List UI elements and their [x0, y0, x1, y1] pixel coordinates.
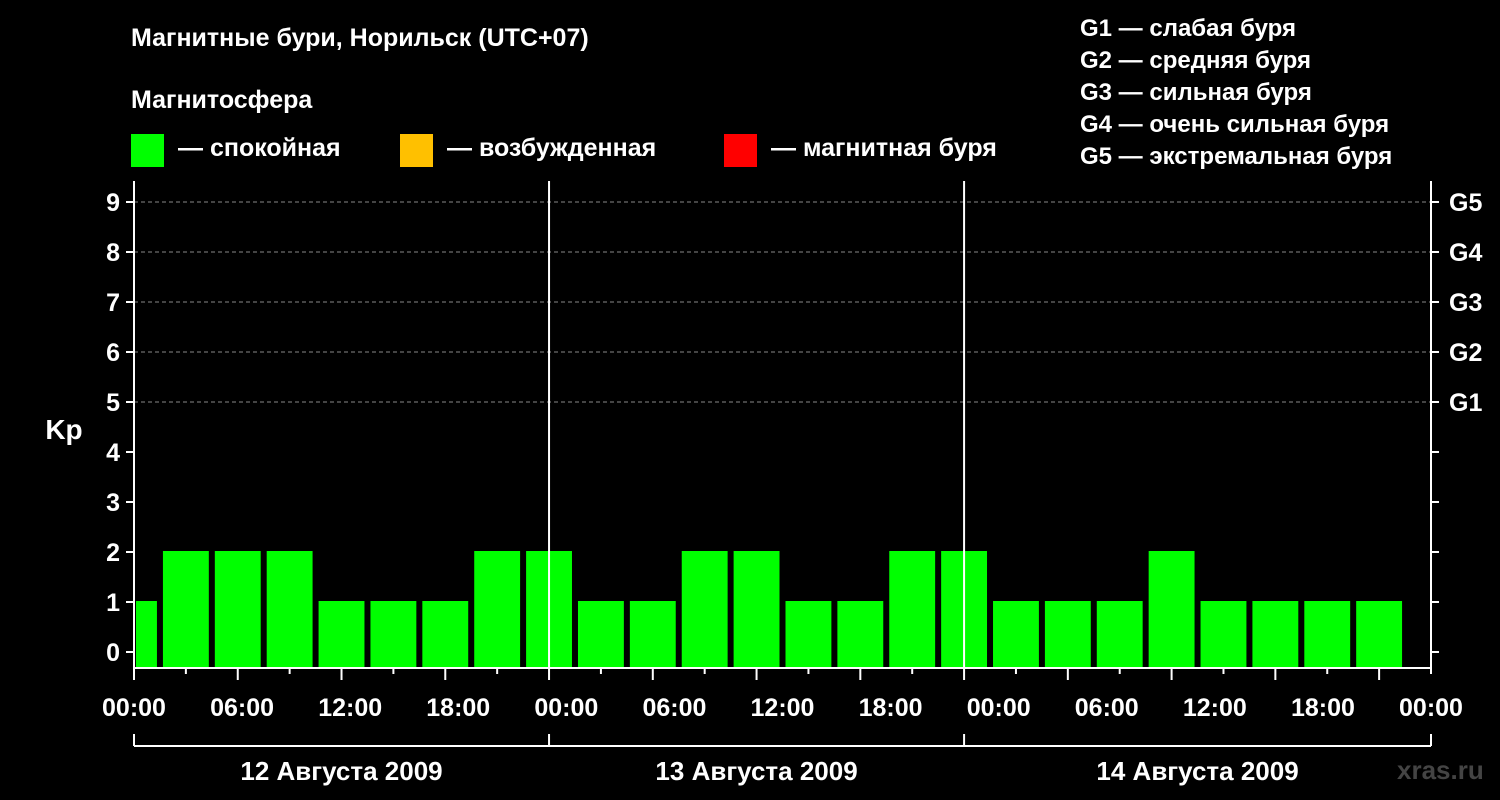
kp-bar: [837, 601, 884, 668]
x-tick-label: 06:00: [642, 694, 706, 722]
kp-bar: [266, 551, 313, 668]
kp-bar: [1148, 551, 1195, 668]
x-tick-label: 00:00: [967, 694, 1031, 722]
x-tick-label: 00:00: [534, 694, 598, 722]
kp-bar: [1356, 601, 1403, 668]
y-tick-label: 0: [106, 639, 120, 667]
kp-bar: [318, 601, 365, 668]
x-tick-label: 12:00: [1183, 694, 1247, 722]
y-tick-label: 7: [106, 289, 120, 317]
kp-bar: [162, 551, 209, 668]
kp-bar: [681, 551, 728, 668]
kp-bar: [629, 601, 676, 668]
kp-bar: [993, 601, 1039, 668]
y-tick-label: 3: [106, 489, 120, 517]
storm-level-label: G3: [1449, 289, 1482, 317]
y-tick-label: 1: [106, 589, 120, 617]
x-tick-label: 18:00: [859, 694, 923, 722]
day-label: 13 Августа 2009: [655, 756, 857, 786]
day-label: 14 Августа 2009: [1096, 756, 1298, 786]
kp-bar: [1252, 601, 1299, 668]
y-tick-label: 8: [106, 239, 120, 267]
kp-bar: [733, 551, 780, 668]
storm-level-label: G5: [1449, 189, 1482, 217]
watermark: xras.ru: [1397, 755, 1484, 785]
storm-level-label: G2: [1449, 339, 1482, 367]
x-tick-label: 06:00: [1075, 694, 1139, 722]
kp-bar: [1044, 601, 1091, 668]
kp-bar: [1200, 601, 1247, 668]
x-tick-label: 18:00: [426, 694, 490, 722]
y-tick-label: 9: [106, 189, 120, 217]
kp-bar: [577, 601, 624, 668]
kp-bar: [214, 551, 261, 668]
kp-bar: [785, 601, 832, 668]
kp-bar: [370, 601, 417, 668]
x-tick-label: 18:00: [1291, 694, 1355, 722]
x-tick-label: 00:00: [1399, 694, 1463, 722]
y-tick-label: 5: [106, 389, 120, 417]
x-tick-label: 00:00: [102, 694, 166, 722]
kp-bar: [136, 601, 157, 668]
kp-bar: [1096, 601, 1143, 668]
kp-bar: [474, 551, 521, 668]
day-label: 12 Августа 2009: [240, 756, 442, 786]
kp-bar: [1304, 601, 1351, 668]
y-tick-label: 6: [106, 339, 120, 367]
kp-bar: [889, 551, 936, 668]
x-tick-label: 12:00: [751, 694, 815, 722]
y-axis-label: Kp: [45, 414, 82, 445]
x-tick-label: 06:00: [210, 694, 274, 722]
storm-level-label: G1: [1449, 389, 1482, 417]
kp-bar: [422, 601, 469, 668]
storm-level-label: G4: [1449, 239, 1482, 267]
y-tick-label: 4: [106, 439, 120, 467]
x-tick-label: 12:00: [318, 694, 382, 722]
y-tick-label: 2: [106, 539, 120, 567]
kp-chart: 0 1 2 3 4 5 6 7 8 9 G1 G2 G3 G4 G5 Kp 00:00 06:00 12:00 18:…: [45, 181, 1482, 786]
